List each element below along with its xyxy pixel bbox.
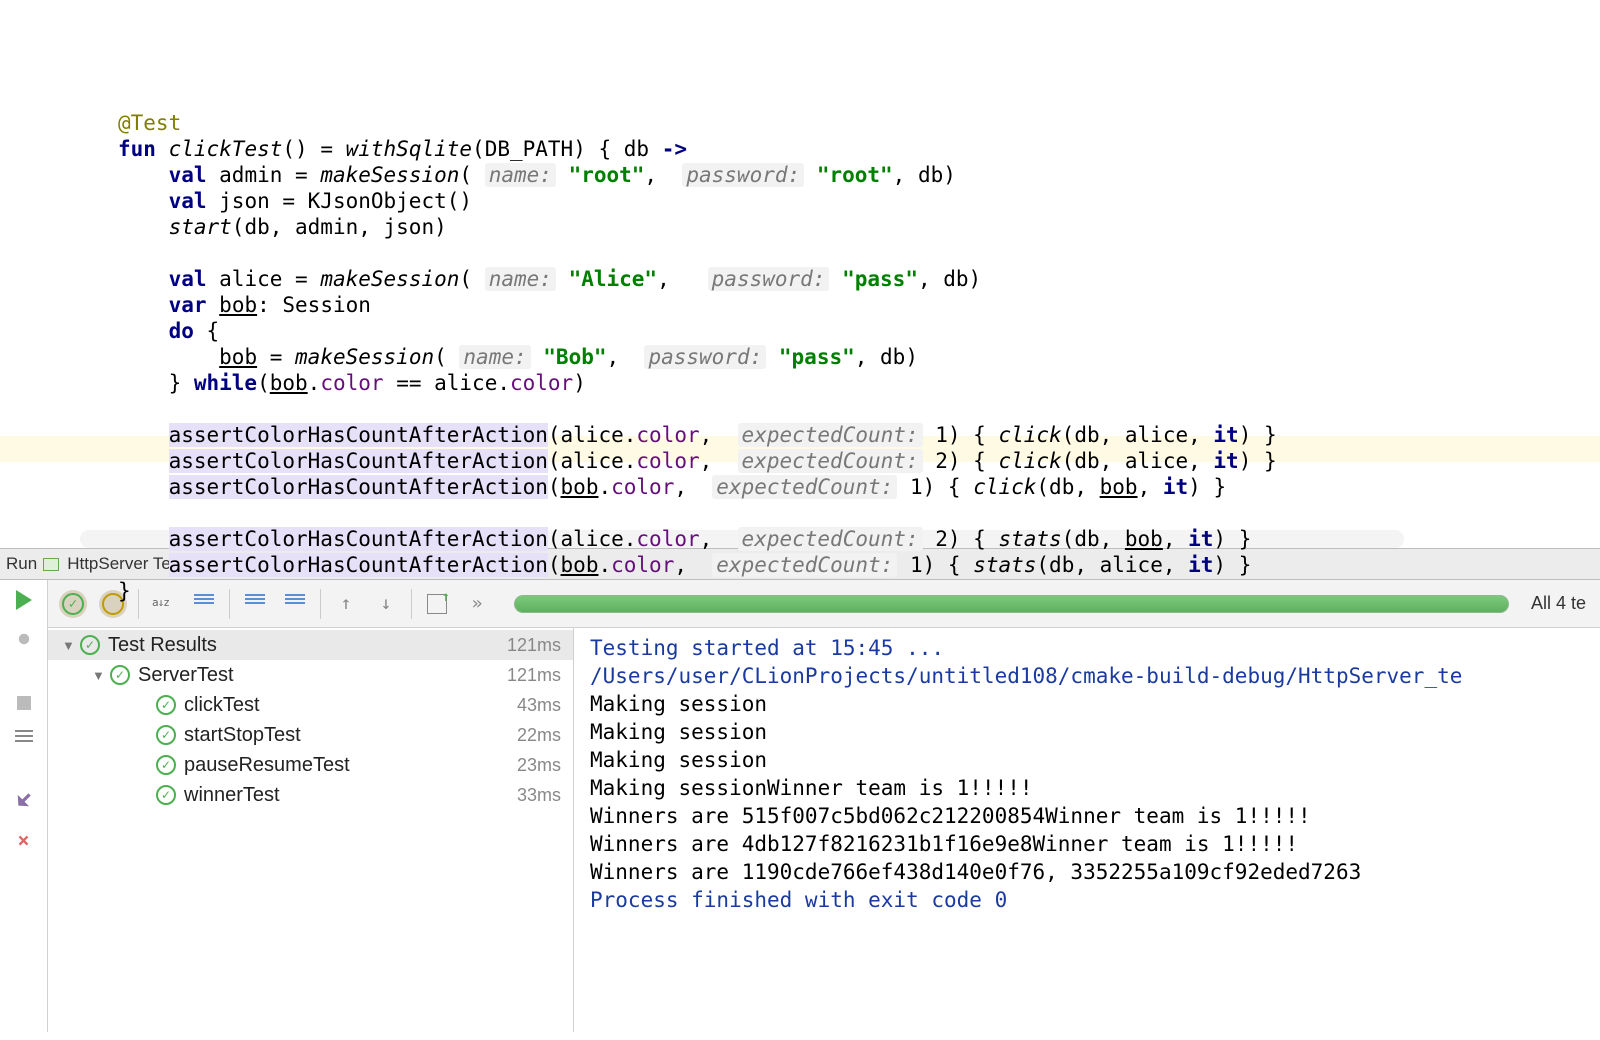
pin-icon[interactable] [12, 789, 35, 812]
test-row[interactable]: ✓ clickTest 43ms [48, 690, 573, 720]
close-icon[interactable]: × [17, 828, 29, 852]
layout-icon[interactable] [15, 730, 33, 744]
code-editor[interactable]: @Test fun clickTest() = withSqlite(DB_PA… [0, 0, 1600, 548]
console-line: Process finished with exit code 0 [590, 888, 1007, 912]
test-row[interactable]: ✓ pauseResumeTest 23ms [48, 750, 573, 780]
rerun-failed-icon[interactable] [15, 630, 33, 648]
pass-icon: ✓ [156, 755, 176, 775]
tool-window-title: Run [6, 554, 37, 574]
console-line: Making sessionWinner team is 1!!!!! [590, 776, 1033, 800]
pass-icon: ✓ [156, 725, 176, 745]
test-row[interactable]: ✓ startStopTest 22ms [48, 720, 573, 750]
console-line: Winners are 4db127f8216231b1f16e9e8Winne… [590, 832, 1298, 856]
show-passed-button[interactable]: ✓ [58, 589, 88, 619]
pass-icon: ✓ [156, 785, 176, 805]
pass-icon: ✓ [80, 635, 100, 655]
chevron-down-icon[interactable]: ▼ [92, 668, 106, 683]
console-line: Making session [590, 748, 767, 772]
chevron-down-icon[interactable]: ▼ [62, 638, 76, 653]
test-row[interactable]: ✓ winnerTest 33ms [48, 780, 573, 810]
stop-icon[interactable] [17, 696, 31, 710]
console-line: Winners are 515f007c5bd062c212200854Winn… [590, 804, 1311, 828]
annotation: @Test [118, 111, 181, 135]
console-output[interactable]: Testing started at 15:45 ... /Users/user… [574, 628, 1600, 1032]
console-line: Making session [590, 692, 767, 716]
run-config-icon [43, 558, 59, 571]
run-gutter: × [0, 580, 48, 1032]
console-line: Winners are 1190cde766ef438d140e0f76, 33… [590, 860, 1361, 884]
console-line: Making session [590, 720, 767, 744]
test-tree[interactable]: ▼ ✓ Test Results 121ms ▼ ✓ ServerTest 12… [48, 628, 574, 1032]
rerun-icon[interactable] [16, 590, 32, 610]
pass-icon: ✓ [156, 695, 176, 715]
code-content: @Test fun clickTest() = withSqlite(DB_PA… [118, 84, 1600, 630]
